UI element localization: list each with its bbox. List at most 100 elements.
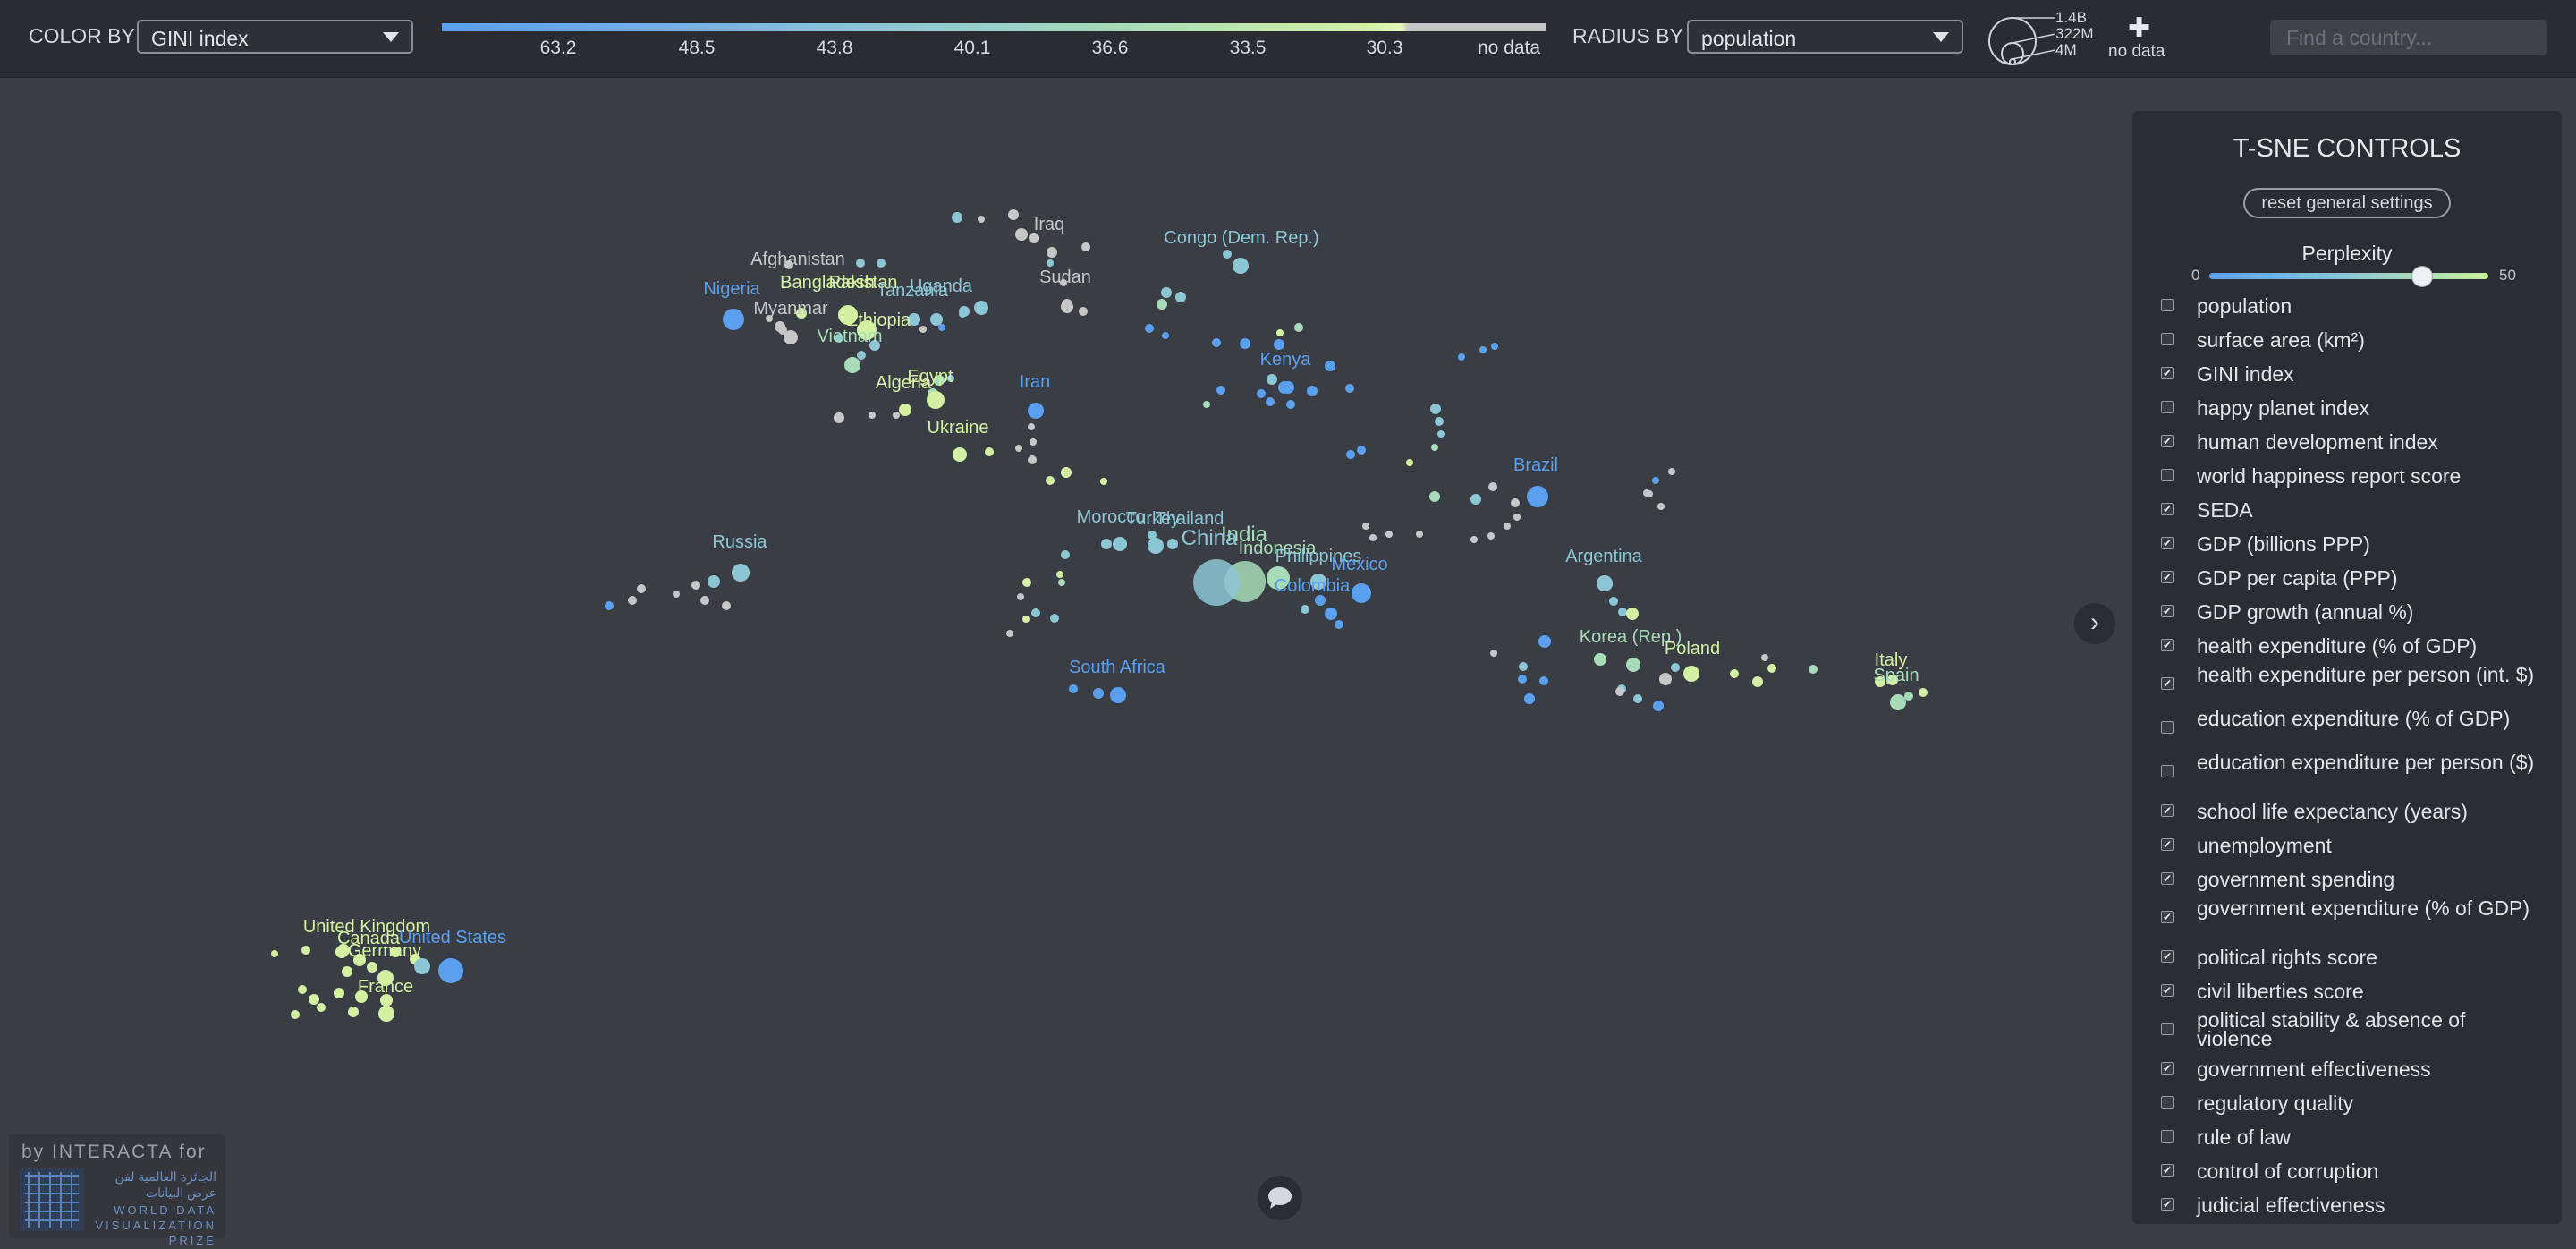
checkbox-unchecked[interactable] — [2161, 469, 2174, 481]
country-dot[interactable] — [367, 962, 377, 973]
checkbox-unchecked[interactable] — [2161, 401, 2174, 413]
variable-option[interactable]: ✔ civil liberties score — [2132, 973, 2562, 1007]
checkbox-checked[interactable]: ✔ — [2161, 1164, 2174, 1177]
country-dot[interactable] — [1730, 669, 1739, 678]
country-dot[interactable] — [1345, 384, 1354, 393]
country-dot[interactable] — [1175, 292, 1186, 302]
country-dot[interactable] — [708, 575, 720, 588]
country-dot[interactable] — [775, 321, 785, 332]
checkbox-checked[interactable]: ✔ — [2161, 571, 2174, 583]
variable-option[interactable]: ✔ government expenditure (% of GDP) — [2132, 896, 2562, 939]
country-dot[interactable] — [1325, 608, 1337, 620]
country-dot[interactable] — [927, 391, 945, 409]
country-dot[interactable] — [1653, 701, 1664, 711]
country-dot[interactable] — [919, 326, 927, 333]
country-dot[interactable] — [1652, 477, 1659, 484]
variable-option[interactable]: ✔ health expenditure (% of GDP) — [2132, 628, 2562, 662]
country-dot[interactable] — [1538, 635, 1551, 648]
country-dot[interactable] — [1110, 687, 1126, 703]
country-dot[interactable] — [1633, 694, 1642, 703]
country-dot[interactable] — [1479, 346, 1487, 353]
country-dot[interactable] — [722, 601, 731, 610]
color-by-select[interactable]: GINI index — [137, 20, 413, 54]
country-dot[interactable] — [1369, 534, 1377, 541]
country-dot[interactable] — [298, 985, 307, 994]
country-dot[interactable] — [1046, 476, 1055, 485]
checkbox-checked[interactable]: ✔ — [2161, 537, 2174, 549]
country-dot[interactable] — [1079, 307, 1088, 316]
country-dot[interactable] — [1504, 523, 1511, 530]
checkbox-unchecked[interactable] — [2161, 1096, 2174, 1109]
country-dot[interactable] — [1058, 579, 1065, 586]
country-dot[interactable] — [1193, 559, 1240, 606]
country-dot[interactable] — [1430, 404, 1441, 414]
variable-option[interactable]: ✔ control of corruption — [2132, 1153, 2562, 1187]
country-dot[interactable] — [1626, 608, 1639, 620]
country-dot[interactable] — [700, 596, 709, 605]
country-dot[interactable] — [1113, 537, 1127, 551]
country-dot[interactable] — [844, 357, 860, 373]
country-dot[interactable] — [1527, 486, 1548, 507]
country-dot[interactable] — [930, 313, 943, 326]
country-dot[interactable] — [1028, 455, 1037, 464]
reset-settings-button[interactable]: reset general settings — [2243, 188, 2451, 218]
checkbox-unchecked[interactable] — [2161, 765, 2174, 777]
country-dot[interactable] — [1276, 329, 1284, 336]
country-dot[interactable] — [857, 351, 866, 360]
variable-option[interactable]: population — [2132, 288, 2562, 322]
country-dot[interactable] — [1470, 494, 1481, 505]
checkbox-checked[interactable]: ✔ — [2161, 677, 2174, 690]
country-dot[interactable] — [1294, 323, 1303, 332]
variable-option[interactable]: ✔ GDP per capita (PPP) — [2132, 560, 2562, 594]
country-dot[interactable] — [856, 259, 865, 268]
country-dot[interactable] — [1458, 353, 1465, 361]
country-dot[interactable] — [1488, 482, 1497, 491]
checkbox-checked[interactable]: ✔ — [2161, 911, 2174, 923]
checkbox-unchecked[interactable] — [2161, 299, 2174, 311]
variable-option[interactable]: regulatory quality — [2132, 1085, 2562, 1119]
country-dot[interactable] — [1050, 614, 1059, 623]
country-dot[interactable] — [1597, 575, 1613, 591]
country-dot[interactable] — [1904, 692, 1913, 701]
country-dot[interactable] — [291, 1010, 300, 1019]
chat-button[interactable] — [1258, 1176, 1302, 1220]
country-dot[interactable] — [1101, 539, 1112, 549]
variable-option[interactable]: ✔ school life expectancy (years) — [2132, 794, 2562, 828]
country-dot[interactable] — [1470, 536, 1478, 543]
country-dot[interactable] — [1626, 658, 1640, 672]
country-dot[interactable] — [1056, 571, 1063, 578]
country-dot[interactable] — [723, 309, 744, 330]
country-dot[interactable] — [1362, 523, 1369, 530]
country-dot[interactable] — [1240, 338, 1250, 349]
variable-option[interactable]: education expenditure per person ($) — [2132, 750, 2562, 794]
checkbox-checked[interactable]: ✔ — [2161, 605, 2174, 617]
country-dot[interactable] — [1030, 438, 1037, 446]
variable-option[interactable]: ✔ judicial effectiveness — [2132, 1187, 2562, 1221]
country-dot[interactable] — [978, 216, 985, 223]
country-dot[interactable] — [1006, 630, 1013, 637]
variable-option[interactable]: ✔ GDP (billions PPP) — [2132, 526, 2562, 560]
country-dot[interactable] — [334, 988, 344, 998]
country-dot[interactable] — [1539, 676, 1548, 685]
country-dot[interactable] — [1385, 531, 1393, 538]
country-dot[interactable] — [985, 447, 994, 456]
country-dot[interactable] — [1659, 673, 1672, 685]
country-dot[interactable] — [1148, 538, 1164, 554]
country-dot[interactable] — [1518, 675, 1527, 684]
country-dot[interactable] — [1286, 400, 1295, 409]
country-dot[interactable] — [1046, 247, 1057, 258]
checkbox-unchecked[interactable] — [2161, 1023, 2174, 1035]
checkbox-unchecked[interactable] — [2161, 1130, 2174, 1143]
country-dot[interactable] — [438, 958, 463, 983]
country-dot[interactable] — [1100, 478, 1107, 485]
country-dot[interactable] — [1061, 301, 1073, 313]
country-dot[interactable] — [1266, 397, 1275, 406]
country-dot[interactable] — [1491, 343, 1498, 350]
country-dot[interactable] — [1809, 665, 1818, 674]
country-dot[interactable] — [1335, 620, 1343, 629]
checkbox-checked[interactable]: ✔ — [2161, 367, 2174, 379]
country-dot[interactable] — [301, 946, 310, 955]
variable-option[interactable]: ✔ unemployment — [2132, 828, 2562, 862]
country-dot[interactable] — [1519, 662, 1528, 671]
perplexity-slider[interactable] — [2209, 273, 2488, 279]
